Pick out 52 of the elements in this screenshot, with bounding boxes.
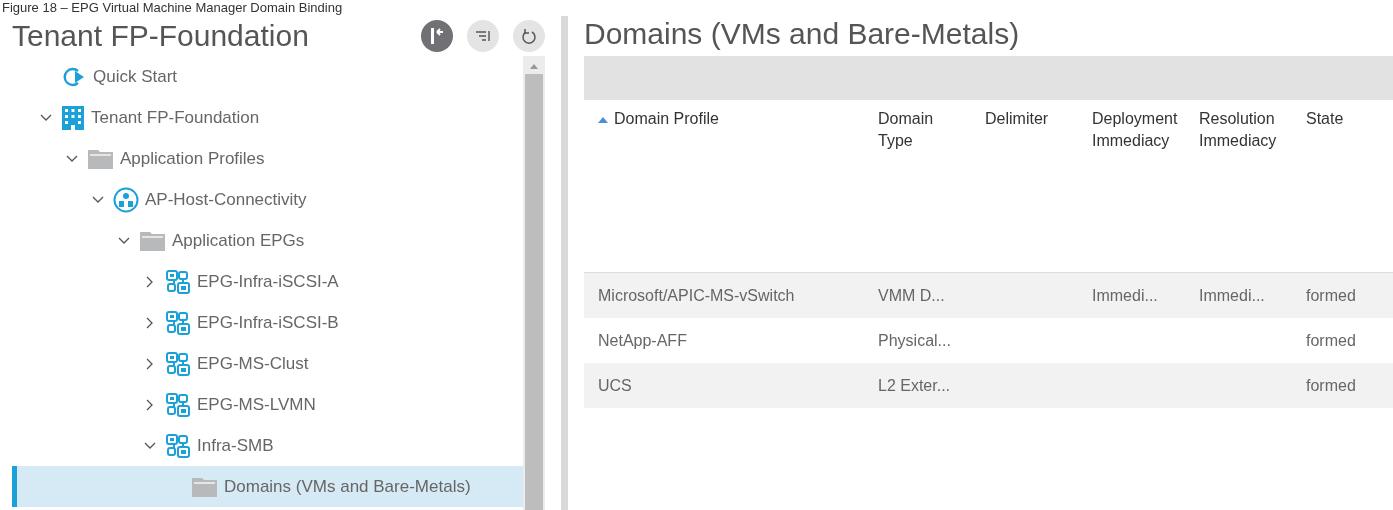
table-cell: formed [1306, 376, 1356, 394]
filter-icon [475, 29, 491, 43]
table-cell: L2 Exter... [878, 376, 951, 394]
linked-nodes-icon [165, 268, 191, 295]
figure-caption: Figure 18 – EPG Virtual Machine Manager Domain Binding [1, 0, 344, 16]
pin-icon [429, 27, 445, 45]
panel-title: Tenant FP-Foundation [12, 19, 310, 53]
linked-nodes-icon [165, 309, 191, 336]
sort-ascending-icon [598, 116, 608, 123]
network-globe-icon [113, 186, 139, 213]
table-cell: Immedi... [1199, 286, 1265, 304]
table-cell: UCS [598, 376, 632, 394]
table-cell: formed [1306, 331, 1356, 349]
table-cell: Immedi... [1092, 286, 1158, 304]
table-cell: Physical... [878, 331, 951, 349]
folder-icon [191, 475, 218, 498]
table-cell: formed [1306, 286, 1356, 304]
tree-item[interactable]: EPG-Infra-iSCSI-A [12, 261, 523, 302]
pin-button[interactable] [421, 20, 453, 52]
column-header[interactable]: State [1292, 100, 1382, 272]
refresh-button[interactable] [513, 20, 545, 52]
column-header[interactable]: Delimiter [971, 100, 1078, 272]
tree-item[interactable]: Application EPGs [12, 220, 523, 261]
table-row[interactable]: UCS L2 Exter... formed [584, 363, 1393, 408]
linked-nodes-icon [165, 432, 191, 459]
column-header[interactable]: Deployment Immediacy [1078, 100, 1185, 272]
table-row[interactable]: NetApp-AFF Physical... formed [584, 318, 1393, 363]
table-cell: NetApp-AFF [598, 331, 687, 349]
folder-icon [139, 229, 166, 252]
tree-item[interactable]: Infra-SMB [12, 425, 523, 466]
column-header[interactable]: Domain Type [864, 100, 971, 272]
table-cell: VMM D... [878, 286, 945, 304]
scrollbar[interactable] [523, 56, 545, 510]
panel-title: Domains (VMs and Bare-Metals) [584, 16, 1021, 52]
linked-nodes-icon [165, 391, 191, 418]
building-icon [61, 104, 85, 131]
tree-item[interactable]: EPG-Infra-iSCSI-B [12, 302, 523, 343]
tree-item[interactable]: Application Profiles [12, 138, 523, 179]
column-header[interactable]: Domain Profile [584, 100, 864, 272]
tree-item[interactable]: Tenant FP-Foundation [12, 97, 523, 138]
tree-item[interactable]: EPG-MS-Clust [12, 343, 523, 384]
table-cell: Microsoft/APIC-MS-vSwitch [598, 286, 795, 304]
tree-item[interactable]: AP-Host-Connectivity [12, 179, 523, 220]
filter-button[interactable] [467, 20, 499, 52]
tree-item[interactable]: Domains (VMs and Bare-Metals) [12, 466, 523, 507]
linked-nodes-icon [165, 350, 191, 377]
folder-icon [87, 147, 114, 170]
column-header[interactable]: Resolution Immediacy [1185, 100, 1292, 272]
tree-item[interactable]: Quick Start [12, 56, 523, 97]
refresh-icon [521, 28, 537, 44]
table-row[interactable]: Microsoft/APIC-MS-vSwitch VMM D... Immedi... Immedi... formed [584, 273, 1393, 318]
tree-item[interactable]: EPG-MS-LVMN [12, 384, 523, 425]
